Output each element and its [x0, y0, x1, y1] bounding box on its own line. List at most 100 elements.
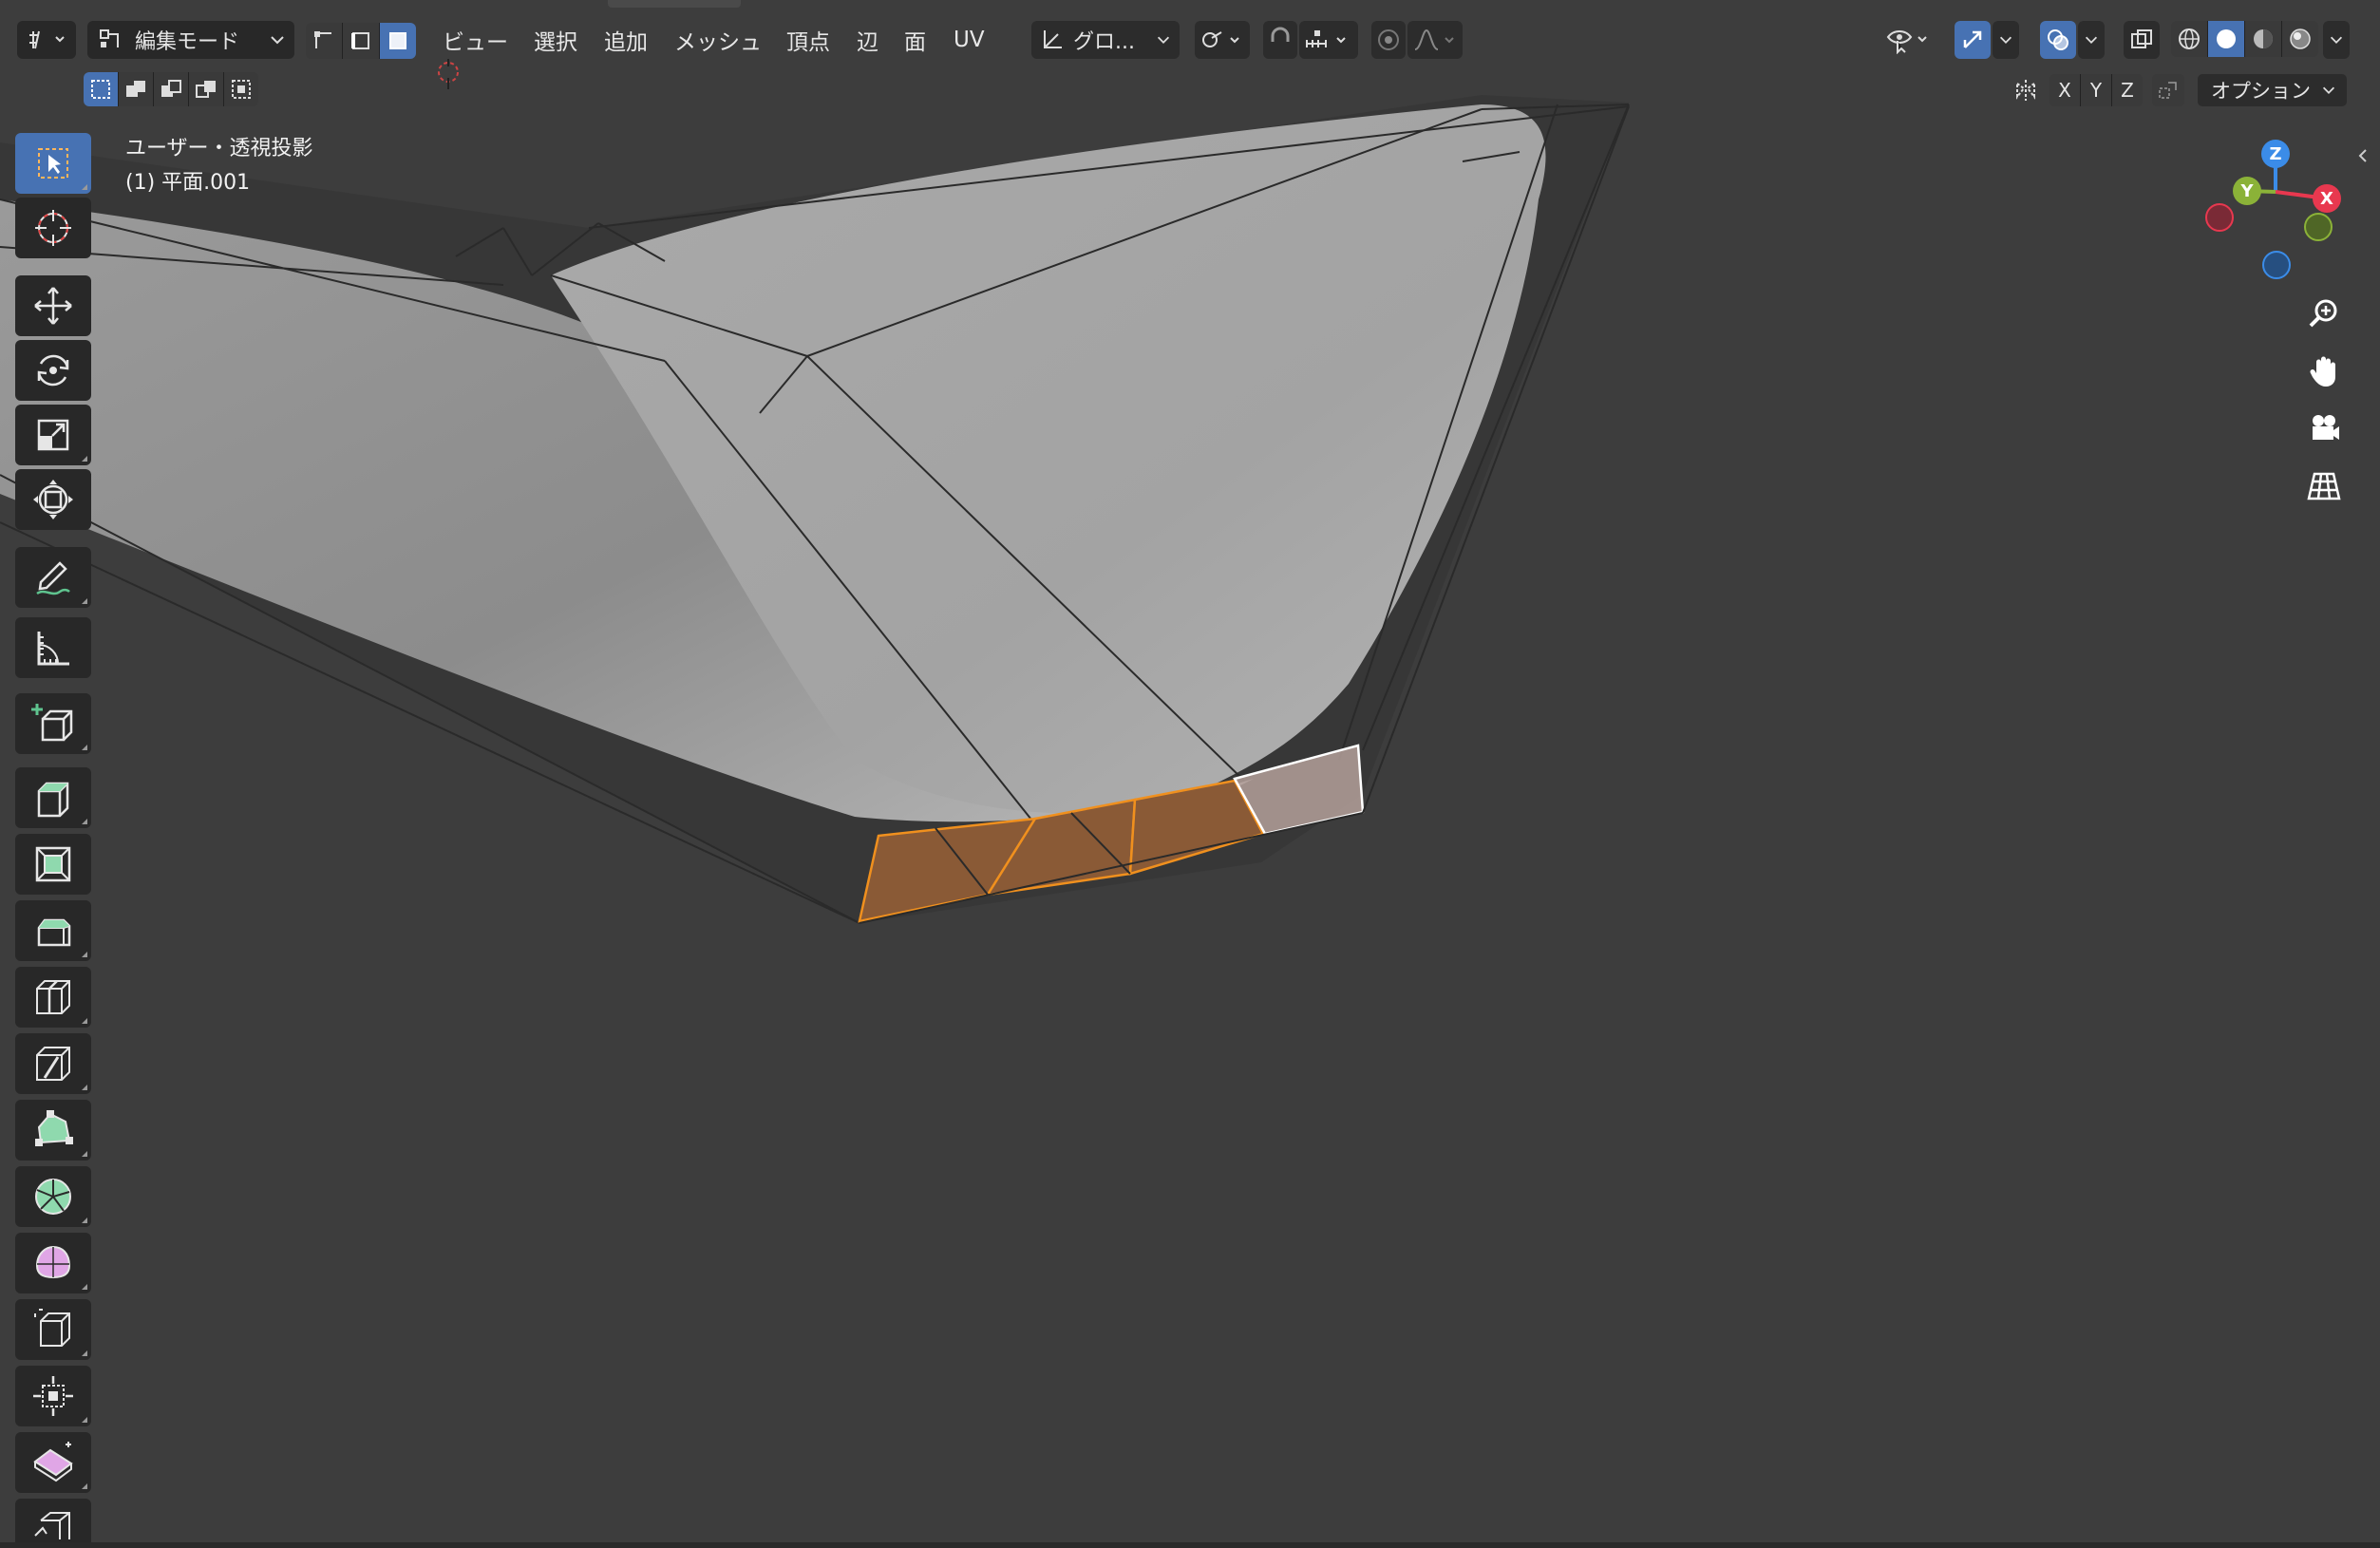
selectability-visibility-dropdown[interactable]	[1880, 21, 1939, 59]
gizmo-neg-z-axis[interactable]	[2262, 251, 2291, 279]
select-extend-icon	[126, 81, 145, 97]
zoom-icon	[2309, 299, 2337, 328]
menu-face[interactable]: 面	[904, 23, 926, 57]
snapping-toggle[interactable]	[1263, 21, 1297, 59]
zoom-button[interactable]	[2296, 287, 2352, 342]
tool-scale[interactable]	[15, 405, 91, 465]
shading-mode-group	[2171, 21, 2318, 57]
snap-target-dropdown[interactable]	[1299, 21, 1358, 59]
select-invert-button[interactable]	[189, 72, 224, 106]
overlays-dropdown[interactable]	[2078, 21, 2105, 59]
menu-edge[interactable]: 辺	[857, 23, 878, 57]
extrude-icon	[37, 782, 69, 818]
solid-sphere-icon	[2217, 29, 2236, 48]
tool-measure[interactable]	[15, 617, 91, 678]
gizmo-neg-y-axis[interactable]	[2304, 213, 2333, 241]
solid-shading-button[interactable]	[2208, 21, 2245, 57]
gizmo-x-axis[interactable]: X	[2313, 184, 2341, 213]
smooth-icon	[35, 1245, 71, 1279]
topology-mirror-toggle[interactable]	[2152, 74, 2184, 106]
mirror-x-toggle[interactable]: X	[2049, 74, 2081, 106]
tool-smooth[interactable]	[15, 1233, 91, 1293]
pan-button[interactable]	[2296, 344, 2352, 399]
tool-knife[interactable]	[15, 1033, 91, 1094]
sidebar-toggle[interactable]	[2353, 142, 2372, 169]
tool-spin[interactable]	[15, 1166, 91, 1227]
gizmo-y-axis[interactable]: Y	[2233, 177, 2261, 205]
select-intersect-icon	[232, 80, 251, 99]
tool-select-box[interactable]	[15, 133, 91, 194]
proportional-editing-toggle[interactable]	[1371, 21, 1406, 59]
camera-view-button[interactable]	[2296, 401, 2352, 456]
select-new-button[interactable]	[84, 72, 119, 106]
menu-vertex[interactable]: 頂点	[786, 23, 830, 57]
menu-mesh[interactable]: メッシュ	[674, 23, 762, 57]
tool-cursor[interactable]	[15, 198, 91, 258]
tool-shear[interactable]	[15, 1432, 91, 1493]
ruler-icon	[37, 632, 69, 666]
tool-inset-faces[interactable]	[15, 834, 91, 895]
vertex-select-button[interactable]	[306, 23, 343, 59]
tool-move[interactable]	[15, 275, 91, 336]
tool-transform[interactable]	[15, 469, 91, 530]
overlays-toggle[interactable]	[2040, 21, 2076, 59]
shading-dropdown[interactable]	[2323, 21, 2350, 59]
menu-add[interactable]: 追加	[604, 23, 648, 57]
poly-build-icon	[35, 1110, 73, 1146]
tool-poly-build[interactable]	[15, 1100, 91, 1161]
axis-z-label: Z	[2121, 79, 2134, 102]
chevron-down-icon	[2322, 86, 2335, 94]
face-select-button[interactable]	[380, 23, 416, 59]
orientation-icon	[1044, 30, 1062, 48]
rendered-shading-button[interactable]	[2282, 21, 2318, 57]
edge-slide-icon	[34, 1309, 70, 1347]
mesh-scene[interactable]	[0, 0, 2380, 1548]
options-dropdown[interactable]: オプション	[2198, 74, 2347, 106]
gizmo-x-label: X	[2320, 188, 2333, 209]
xray-toggle[interactable]	[2124, 21, 2160, 59]
chevron-down-icon	[2085, 36, 2098, 44]
menu-select[interactable]: 選択	[534, 23, 577, 57]
tool-add-cube[interactable]	[15, 693, 91, 754]
tool-shrink-fatten[interactable]	[15, 1366, 91, 1426]
editor-type-button[interactable]	[17, 21, 76, 59]
vertex-select-icon	[314, 31, 331, 48]
tool-rip-region[interactable]	[15, 1499, 91, 1548]
material-shading-button[interactable]	[2245, 21, 2282, 57]
menu-uv[interactable]: UV	[954, 23, 985, 57]
select-box-mode-group	[84, 72, 258, 106]
gizmo-toggle[interactable]	[1955, 21, 1991, 59]
3d-cursor-icon	[438, 59, 459, 89]
pencil-icon	[36, 561, 70, 595]
edge-select-button[interactable]	[343, 23, 380, 59]
menu-view[interactable]: ビュー	[443, 23, 508, 57]
tool-extrude-region[interactable]	[15, 767, 91, 828]
gizmo-z-axis[interactable]: Z	[2261, 140, 2290, 168]
navigation-gizmo[interactable]: Z X Y	[2200, 133, 2352, 285]
gizmo-neg-x-axis[interactable]	[2205, 203, 2234, 232]
select-mode-group	[306, 23, 416, 59]
camera-icon	[2313, 415, 2339, 440]
select-extend-button[interactable]	[119, 72, 154, 106]
scale-icon	[37, 419, 69, 451]
wireframe-shading-button[interactable]	[2171, 21, 2208, 57]
perspective-toggle-button[interactable]	[2296, 458, 2352, 513]
select-intersect-button[interactable]	[224, 72, 258, 106]
transform-orientation-dropdown[interactable]: グロ...	[1031, 21, 1180, 59]
mode-dropdown[interactable]: 編集モード	[87, 21, 294, 59]
3d-viewport[interactable]: 編集モード ビュー 選択 追加 メッシュ 頂点 辺 面 UV グロ... X Y…	[0, 0, 2380, 1548]
tool-loop-cut[interactable]	[15, 967, 91, 1028]
gizmo-dropdown[interactable]	[1993, 21, 2019, 59]
select-subtract-button[interactable]	[154, 72, 189, 106]
face-select-icon	[389, 32, 406, 49]
tool-rotate[interactable]	[15, 340, 91, 401]
mirror-z-toggle[interactable]: Z	[2112, 74, 2143, 106]
tool-edge-slide[interactable]	[15, 1299, 91, 1360]
tool-bevel[interactable]	[15, 900, 91, 961]
select-invert-icon	[196, 81, 216, 98]
move-icon	[34, 287, 72, 325]
mirror-y-toggle[interactable]: Y	[2081, 74, 2112, 106]
falloff-dropdown[interactable]	[1407, 21, 1463, 59]
pivot-point-dropdown[interactable]	[1195, 21, 1250, 59]
tool-annotate[interactable]	[15, 547, 91, 608]
